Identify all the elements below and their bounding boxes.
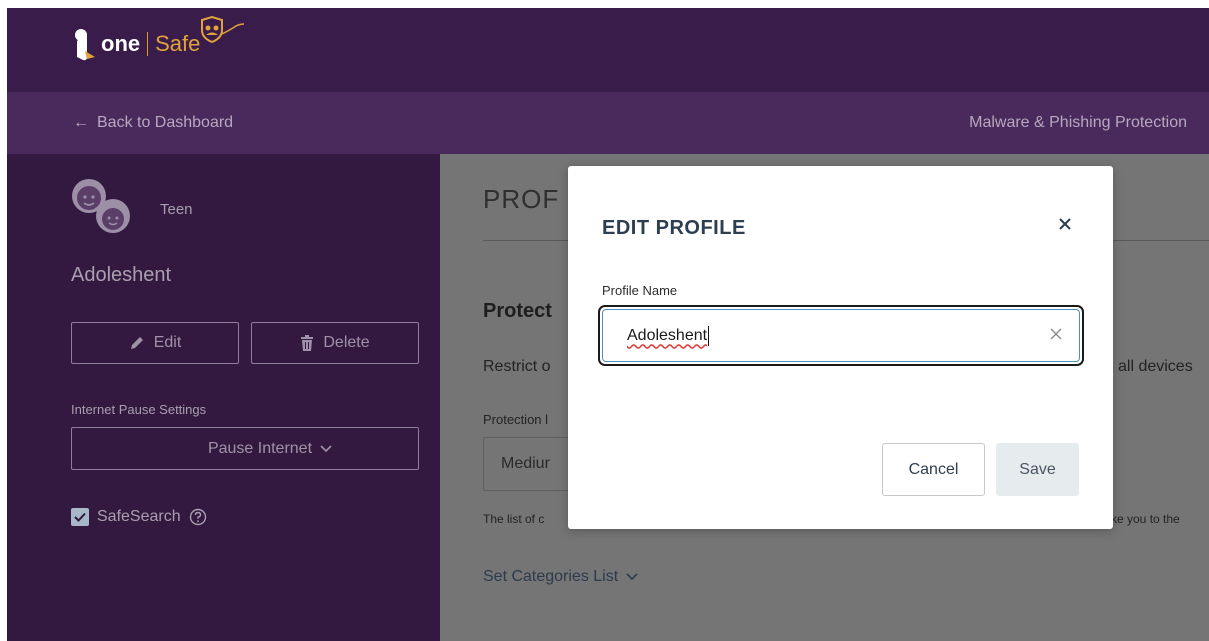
protection-level-label: Protection l	[483, 412, 549, 427]
profile-name: Adoleshent	[71, 264, 172, 286]
internet-pause-settings-label: Internet Pause Settings	[71, 402, 207, 417]
malware-phishing-link[interactable]: Malware & Phishing Protection	[969, 114, 1187, 132]
shield-family-icon	[201, 16, 245, 44]
safesearch-label: SafeSearch	[97, 508, 181, 525]
protection-description: Restrict o	[483, 358, 551, 375]
logo-separator	[147, 32, 149, 56]
delete-profile-button[interactable]: Delete	[251, 322, 419, 364]
sub-header: ← Back to Dashboard Malware & Phishing P…	[7, 92, 1209, 154]
help-circle-icon[interactable]	[189, 508, 207, 526]
set-categories-label: Set Categories List	[483, 568, 619, 585]
profile-name-focus-ring: Adoleshent	[598, 305, 1084, 366]
save-button[interactable]: Save	[996, 443, 1079, 496]
arrow-left-icon: ←	[73, 114, 89, 131]
edit-profile-modal: EDIT PROFILE Profile Name Adoleshent Can…	[568, 166, 1113, 529]
top-header: one Safe	[7, 8, 1209, 92]
modal-title: EDIT PROFILE	[602, 217, 746, 239]
chevron-down-icon	[320, 444, 332, 452]
categories-note: The list of c	[483, 512, 545, 526]
teen-avatar-icon	[72, 179, 130, 233]
close-icon[interactable]	[1055, 214, 1075, 234]
clear-input-icon[interactable]	[1049, 327, 1063, 341]
protection-description-end: all devices	[1118, 358, 1193, 375]
set-categories-list-link[interactable]: Set Categories List	[483, 568, 638, 586]
trash-icon	[301, 335, 314, 351]
categories-note-end: ke you to the	[1111, 512, 1180, 526]
profile-name-input[interactable]: Adoleshent	[602, 309, 1080, 362]
profile-name-label: Profile Name	[602, 283, 678, 298]
logo-safe-text: Safe	[155, 31, 201, 56]
pause-internet-dropdown[interactable]: Pause Internet	[71, 427, 419, 470]
onesafe-logo[interactable]: one Safe	[73, 16, 246, 64]
text-caret	[708, 325, 710, 346]
profile-type-label: Teen	[160, 201, 193, 218]
chevron-down-icon	[626, 573, 638, 581]
edit-profile-button[interactable]: Edit	[71, 322, 239, 364]
delete-button-label: Delete	[323, 334, 370, 351]
protection-section-title: Protect	[483, 300, 552, 322]
page-title: PROF	[483, 184, 560, 214]
checkmark-icon	[74, 512, 86, 522]
profile-sidebar: Teen Adoleshent Edit Delete Internet Pau…	[7, 154, 440, 641]
logo-mark-icon	[75, 29, 95, 61]
logo-one-text: one	[101, 31, 141, 56]
back-link-label: Back to Dashboard	[97, 114, 234, 131]
cancel-button[interactable]: Cancel	[882, 443, 985, 496]
back-to-dashboard-link[interactable]: ← Back to Dashboard	[73, 114, 233, 132]
safesearch-option[interactable]: SafeSearch	[71, 508, 207, 526]
edit-button-label: Edit	[153, 334, 182, 351]
profile-name-input-value: Adoleshent	[627, 326, 708, 344]
pause-internet-value: Pause Internet	[207, 439, 313, 457]
pencil-icon	[130, 337, 143, 349]
safesearch-checkbox[interactable]	[71, 508, 89, 526]
